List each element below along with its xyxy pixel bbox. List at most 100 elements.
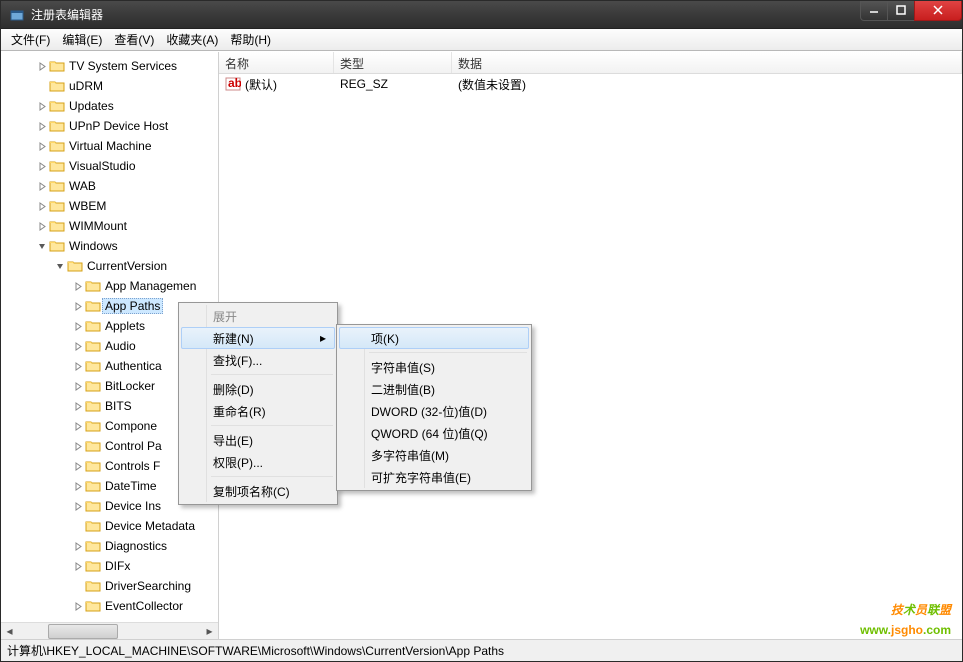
folder-icon	[85, 439, 101, 453]
cm-new-expandable[interactable]: 可扩充字符串值(E)	[339, 466, 529, 488]
expander-icon[interactable]	[35, 239, 49, 253]
expander-icon[interactable]	[71, 559, 85, 573]
col-data[interactable]: 数据	[452, 52, 962, 73]
expander-icon[interactable]	[71, 399, 85, 413]
tree-item[interactable]: VisualStudio	[1, 156, 218, 176]
cm-copy-key-name[interactable]: 复制项名称(C)	[181, 480, 335, 502]
scroll-left-button[interactable]: ◂	[1, 623, 18, 640]
tree-item[interactable]: WBEM	[1, 196, 218, 216]
menu-help[interactable]: 帮助(H)	[224, 29, 277, 50]
expander-icon[interactable]	[71, 419, 85, 433]
expander-icon[interactable]	[35, 119, 49, 133]
cm-rename[interactable]: 重命名(R)	[181, 400, 335, 422]
tree-item[interactable]: Diagnostics	[1, 536, 218, 556]
tree-label: VisualStudio	[69, 159, 136, 173]
expander-icon[interactable]	[35, 179, 49, 193]
expander-icon[interactable]	[35, 139, 49, 153]
folder-icon	[49, 119, 65, 133]
tree-label: BitLocker	[105, 379, 155, 393]
tree-item[interactable]: Updates	[1, 96, 218, 116]
folder-icon	[49, 159, 65, 173]
tree-item[interactable]: DriverSearching	[1, 576, 218, 596]
value-name: (默认)	[245, 76, 277, 93]
col-name[interactable]: 名称	[219, 52, 334, 73]
folder-icon	[49, 99, 65, 113]
cm-find[interactable]: 查找(F)...	[181, 349, 335, 371]
menu-view[interactable]: 查看(V)	[108, 29, 160, 50]
expander-icon[interactable]	[35, 59, 49, 73]
expander-icon[interactable]	[71, 479, 85, 493]
expander-icon[interactable]	[71, 499, 85, 513]
expander-icon[interactable]	[35, 159, 49, 173]
folder-icon	[85, 579, 101, 593]
tree-label: Audio	[105, 339, 136, 353]
list-row[interactable]: ab (默认) REG_SZ (数值未设置)	[219, 74, 962, 92]
expander-icon[interactable]	[35, 219, 49, 233]
expander-icon[interactable]	[71, 459, 85, 473]
tree-item[interactable]: uDRM	[1, 76, 218, 96]
expander-icon[interactable]	[71, 319, 85, 333]
expander-icon[interactable]	[71, 379, 85, 393]
folder-icon	[49, 179, 65, 193]
tree-item[interactable]: Virtual Machine	[1, 136, 218, 156]
expander-icon[interactable]	[35, 199, 49, 213]
tree-item[interactable]: Windows	[1, 236, 218, 256]
tree-hscrollbar[interactable]: ◂ ▸	[1, 622, 218, 639]
scroll-right-button[interactable]: ▸	[201, 623, 218, 640]
maximize-button[interactable]	[887, 1, 915, 21]
expander-icon[interactable]	[71, 359, 85, 373]
expander-icon[interactable]	[71, 439, 85, 453]
tree-item[interactable]: WIMMount	[1, 216, 218, 236]
cm-export[interactable]: 导出(E)	[181, 429, 335, 451]
cm-new-string[interactable]: 字符串值(S)	[339, 356, 529, 378]
cm-new-dword[interactable]: DWORD (32-位)值(D)	[339, 400, 529, 422]
tree-item[interactable]: EventCollector	[1, 596, 218, 616]
cm-new[interactable]: 新建(N) ▸	[181, 327, 335, 349]
menu-edit[interactable]: 编辑(E)	[56, 29, 108, 50]
tree-item[interactable]: UPnP Device Host	[1, 116, 218, 136]
cm-delete[interactable]: 删除(D)	[181, 378, 335, 400]
cm-new-key[interactable]: 项(K)	[339, 327, 529, 349]
close-button[interactable]	[914, 1, 962, 21]
menubar: 文件(F) 编辑(E) 查看(V) 收藏夹(A) 帮助(H)	[1, 29, 962, 51]
cm-new-qword[interactable]: QWORD (64 位)值(Q)	[339, 422, 529, 444]
cm-permissions[interactable]: 权限(P)...	[181, 451, 335, 473]
folder-icon	[85, 539, 101, 553]
tree-item[interactable]: Device Metadata	[1, 516, 218, 536]
folder-icon	[85, 359, 101, 373]
folder-icon	[85, 499, 101, 513]
titlebar[interactable]: 注册表编辑器	[1, 1, 962, 29]
value-data: (数值未设置)	[452, 76, 962, 93]
cm-expand[interactable]: 展开	[181, 305, 335, 327]
statusbar: 计算机\HKEY_LOCAL_MACHINE\SOFTWARE\Microsof…	[1, 639, 962, 661]
expander-icon[interactable]	[71, 339, 85, 353]
expander-icon[interactable]	[53, 259, 67, 273]
tree-item[interactable]: TV System Services	[1, 56, 218, 76]
expander-icon[interactable]	[71, 299, 85, 313]
folder-icon	[85, 419, 101, 433]
folder-icon	[49, 59, 65, 73]
expander-icon[interactable]	[35, 99, 49, 113]
minimize-button[interactable]	[860, 1, 888, 21]
tree-label: Updates	[69, 99, 114, 113]
tree-label: Applets	[105, 319, 145, 333]
cm-new-multistring[interactable]: 多字符串值(M)	[339, 444, 529, 466]
reg-string-icon: ab	[225, 77, 241, 91]
tree-item[interactable]: App Managemen	[1, 276, 218, 296]
tree-item[interactable]: DIFx	[1, 556, 218, 576]
svg-text:ab: ab	[228, 77, 241, 90]
expander-icon[interactable]	[71, 599, 85, 613]
tree-item[interactable]: WAB	[1, 176, 218, 196]
scroll-thumb[interactable]	[48, 624, 118, 639]
tree-item[interactable]: CurrentVersion	[1, 256, 218, 276]
cm-new-binary[interactable]: 二进制值(B)	[339, 378, 529, 400]
expander-icon[interactable]	[71, 539, 85, 553]
col-type[interactable]: 类型	[334, 52, 452, 73]
tree-label: WBEM	[69, 199, 106, 213]
menu-file[interactable]: 文件(F)	[5, 29, 56, 50]
folder-icon	[49, 219, 65, 233]
menu-favorites[interactable]: 收藏夹(A)	[160, 29, 224, 50]
expander-icon[interactable]	[71, 279, 85, 293]
folder-icon	[85, 399, 101, 413]
folder-icon	[85, 479, 101, 493]
